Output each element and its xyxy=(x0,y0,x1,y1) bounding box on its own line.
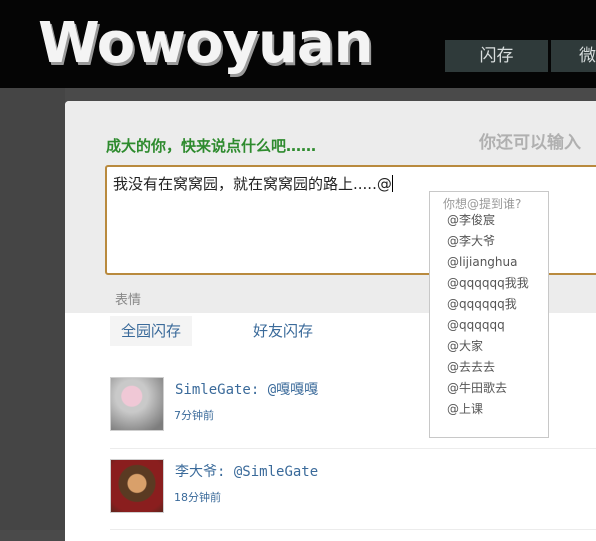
mention-suggestion-dropdown: 你想@提到谁? @李俊宸 @李大爷 @lijianghua @qqqqqq我我 … xyxy=(429,191,549,438)
left-sidebar xyxy=(0,88,65,530)
mention-option[interactable]: @qqqqqq我 xyxy=(447,294,517,314)
remaining-count-label: 你还可以输入 xyxy=(479,133,581,153)
compose-text: 我没有在窝窝园，就在窝窝园的路上.....@ xyxy=(113,175,392,193)
emoji-button[interactable]: 表情 xyxy=(115,289,141,308)
feed-item-time[interactable]: 7分钟前 xyxy=(174,407,214,423)
feed-item-author-line: 李大爷: @SimleGate xyxy=(175,461,318,481)
mention-option[interactable]: @李俊宸 xyxy=(447,210,495,230)
tab-friends-flash[interactable]: 好友闪存 xyxy=(235,316,331,346)
nav-flash[interactable]: 闪存 xyxy=(445,40,548,72)
mention-option[interactable]: @去去去 xyxy=(447,357,495,377)
mention-option[interactable]: @上课 xyxy=(447,399,483,419)
feed-item-mention[interactable]: @SimleGate xyxy=(234,464,318,480)
mention-option[interactable]: @大家 xyxy=(447,336,483,356)
feed-item-author[interactable]: SimleGate xyxy=(175,382,251,398)
site-header: Wowoyuan 闪存 微 xyxy=(0,0,596,88)
mention-option[interactable]: @qqqqqq xyxy=(447,315,505,335)
feed-item-author-line: SimleGate: @嘎嘎嘎 xyxy=(175,379,318,399)
mention-option[interactable]: @李大爷 xyxy=(447,231,495,251)
feed-item: 李大爷: @SimleGate 18分钟前 xyxy=(110,459,596,530)
compose-prompt: 成大的你，快来说点什么吧…… xyxy=(106,137,317,155)
text-caret xyxy=(391,175,393,192)
site-logo[interactable]: Wowoyuan xyxy=(38,4,373,84)
feed-item-separator: : xyxy=(250,382,260,398)
mention-option[interactable]: @lijianghua xyxy=(447,252,517,272)
feed-item-separator: : xyxy=(217,464,226,480)
avatar[interactable] xyxy=(110,377,164,431)
feed-item-author[interactable]: 李大爷 xyxy=(175,464,217,480)
feed-item-time[interactable]: 18分钟前 xyxy=(174,489,221,505)
avatar[interactable] xyxy=(110,459,164,513)
nav-weibo[interactable]: 微 xyxy=(551,40,596,72)
tab-all-flash[interactable]: 全园闪存 xyxy=(110,316,192,346)
mention-option[interactable]: @牛田歌去 xyxy=(447,378,507,398)
feed-item-mention[interactable]: @嘎嘎嘎 xyxy=(268,382,318,398)
mention-option[interactable]: @qqqqqq我我 xyxy=(447,273,529,293)
